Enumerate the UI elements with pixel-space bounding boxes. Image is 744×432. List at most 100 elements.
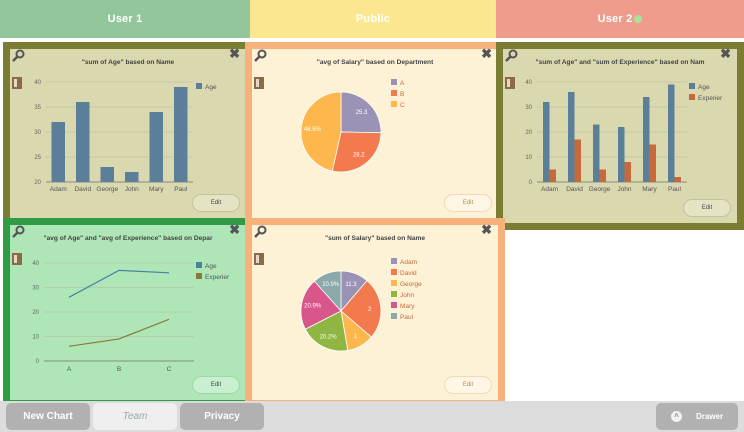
chart-panel-sum-age-experience: 0 10 20 30 40 Adam David George John Mary Paul Age E… bbox=[496, 42, 744, 230]
expand-icon[interactable] bbox=[253, 76, 265, 90]
bar bbox=[624, 162, 631, 182]
expand-icon[interactable] bbox=[253, 252, 265, 266]
legend-label: Experier bbox=[205, 274, 230, 281]
y-tick-label: 20 bbox=[32, 310, 39, 316]
y-tick-label: 0 bbox=[36, 359, 40, 365]
edit-button[interactable]: Edit bbox=[683, 199, 731, 217]
legend-swatch bbox=[391, 291, 397, 297]
legend-label: Age bbox=[205, 84, 217, 91]
legend-swatch bbox=[391, 269, 397, 275]
bar bbox=[618, 127, 625, 182]
legend-label: Age bbox=[698, 84, 710, 91]
bar bbox=[174, 87, 188, 182]
x-tick-label: Paul bbox=[174, 186, 188, 193]
bar bbox=[568, 92, 575, 182]
y-tick-label: 10 bbox=[32, 335, 39, 341]
bar bbox=[643, 97, 650, 182]
edit-button[interactable]: Edit bbox=[192, 194, 240, 212]
legend-swatch bbox=[391, 313, 397, 319]
legend-swatch bbox=[391, 79, 397, 85]
x-tick-label: David bbox=[74, 186, 91, 193]
bar bbox=[574, 139, 581, 182]
zoom-icon[interactable] bbox=[11, 49, 25, 63]
edit-button[interactable]: Edit bbox=[192, 376, 240, 394]
x-tick-label: Paul bbox=[668, 186, 682, 193]
bar bbox=[593, 124, 600, 182]
chart-sum-age-experience-by-name: 0 10 20 30 40 Adam David George John Mary Paul Age E… bbox=[525, 80, 723, 193]
legend-label: Age bbox=[205, 263, 217, 270]
close-icon[interactable]: ✖ bbox=[229, 46, 240, 62]
legend-label: Mary bbox=[400, 303, 415, 310]
series-line bbox=[68, 318, 170, 347]
expand-icon[interactable] bbox=[504, 76, 516, 90]
close-icon[interactable]: ✖ bbox=[720, 46, 731, 62]
legend-label: Adam bbox=[400, 259, 417, 266]
edit-button[interactable]: Edit bbox=[444, 376, 492, 394]
slice-label: 20.2% bbox=[320, 335, 338, 341]
legend-swatch bbox=[391, 280, 397, 286]
y-tick-label: 40 bbox=[525, 80, 532, 86]
y-tick-label: 30 bbox=[525, 105, 532, 111]
zoom-icon[interactable] bbox=[504, 49, 518, 63]
y-tick-label: 35 bbox=[34, 105, 41, 111]
x-tick-label: B bbox=[117, 366, 121, 373]
chart-title: "avg of Age" and "avg of Experience" bas… bbox=[43, 235, 213, 242]
team-button[interactable]: Team bbox=[93, 403, 177, 430]
x-tick-label: John bbox=[617, 186, 631, 193]
chart-title: "sum of Age" and "sum of Experience" bas… bbox=[535, 59, 705, 66]
bar bbox=[668, 84, 675, 182]
zoom-icon[interactable] bbox=[11, 225, 25, 239]
tab-user1[interactable]: User 1 bbox=[0, 0, 250, 38]
slice-label: 11.3 bbox=[345, 282, 357, 288]
y-tick-label: 20 bbox=[34, 180, 41, 186]
x-tick-label: Mary bbox=[642, 186, 657, 193]
y-tick-label: 20 bbox=[525, 130, 532, 136]
y-tick-label: 40 bbox=[32, 261, 39, 267]
bar bbox=[649, 144, 656, 182]
zoom-icon[interactable] bbox=[253, 225, 267, 239]
zoom-icon[interactable] bbox=[253, 49, 267, 63]
expand-icon[interactable] bbox=[11, 76, 23, 90]
slice-label: 10.9% bbox=[322, 282, 340, 288]
close-icon[interactable]: ✖ bbox=[481, 222, 492, 238]
new-chart-button[interactable]: New Chart bbox=[6, 403, 90, 430]
legend-label: B bbox=[400, 91, 404, 98]
chart-title: "avg of Salary" based on Department bbox=[316, 59, 434, 66]
edit-button[interactable]: Edit bbox=[444, 194, 492, 212]
drawer-button[interactable]: ^ Drawer bbox=[656, 403, 738, 430]
slice-label: 28.2 bbox=[353, 153, 365, 159]
legend-swatch bbox=[391, 258, 397, 264]
x-tick-label: John bbox=[125, 186, 139, 193]
x-tick-label: Adam bbox=[50, 186, 67, 193]
expand-icon[interactable] bbox=[11, 252, 23, 266]
chart-avg-salary-by-department: 25.3 28.2 46.5% ABC bbox=[300, 79, 405, 173]
x-tick-label: David bbox=[566, 186, 583, 193]
legend-swatch bbox=[391, 101, 397, 107]
bar bbox=[549, 169, 556, 182]
bar bbox=[76, 102, 90, 182]
slice-label: 20.9% bbox=[304, 304, 322, 310]
bar bbox=[599, 169, 606, 182]
slice-label: 46.5% bbox=[304, 127, 322, 133]
legend-swatch bbox=[196, 273, 202, 279]
legend-label: Experier bbox=[698, 95, 723, 102]
y-tick-label: 30 bbox=[32, 286, 39, 292]
close-icon[interactable]: ✖ bbox=[229, 222, 240, 238]
x-tick-label: Mary bbox=[149, 186, 164, 193]
tab-public[interactable]: Public bbox=[250, 0, 496, 38]
y-tick-label: 10 bbox=[525, 155, 532, 161]
bar bbox=[149, 112, 163, 182]
tab-user2[interactable]: User 2 bbox=[496, 0, 744, 38]
privacy-button[interactable]: Privacy bbox=[180, 403, 264, 430]
bar bbox=[125, 172, 139, 182]
x-tick-label: Adam bbox=[541, 186, 558, 193]
legend-label: John bbox=[400, 292, 414, 299]
chart-panel-sum-age: 20 25 30 35 40 Adam David George John Mary Paul Age… bbox=[3, 42, 253, 225]
bar bbox=[543, 102, 550, 182]
bar bbox=[100, 167, 114, 182]
legend-label: C bbox=[400, 102, 405, 109]
slice-label: 25.3 bbox=[356, 110, 368, 116]
close-icon[interactable]: ✖ bbox=[481, 46, 492, 62]
chart-title: "sum of Salary" based on Name bbox=[324, 235, 426, 242]
chart-panel-sum-salary: 11.3 2 1 20.2% 20.9% 10.9% Adam David George John… bbox=[245, 218, 505, 407]
